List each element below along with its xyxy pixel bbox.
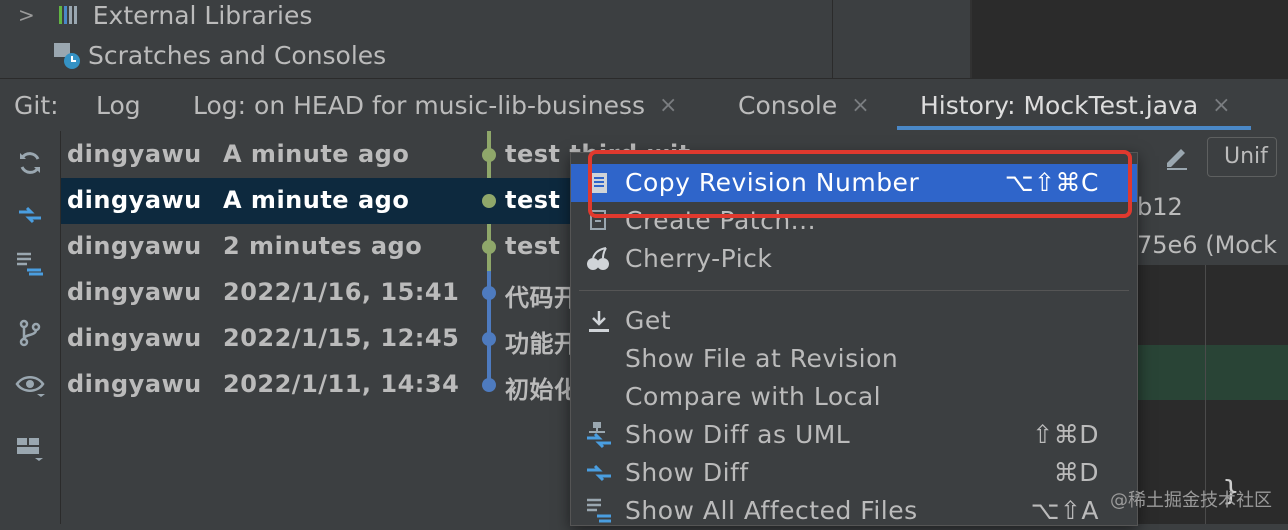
commit-ref: 75e6 (Mock bbox=[1137, 231, 1278, 259]
close-icon[interactable]: × bbox=[1212, 93, 1230, 118]
tree-item-scratches[interactable]: Scratches and Consoles bbox=[52, 36, 386, 74]
menu-item-show-file-at-revision[interactable]: Show File at Revision bbox=[571, 340, 1137, 378]
tab-log[interactable]: Log bbox=[96, 79, 141, 131]
menu-item-cherry-pick[interactable]: Cherry-Pick bbox=[571, 240, 1137, 278]
commit-node bbox=[482, 240, 496, 254]
library-icon bbox=[57, 2, 83, 28]
commit-date: 2022/1/15, 12:45 bbox=[223, 324, 460, 352]
git-side-toolbar bbox=[0, 131, 61, 524]
commit-author: dingyawu bbox=[67, 278, 202, 306]
tab-log-head[interactable]: Log: on HEAD for music-lib-business × bbox=[193, 79, 677, 131]
commit-author: dingyawu bbox=[67, 186, 202, 214]
refresh-icon[interactable] bbox=[14, 147, 46, 179]
eye-icon[interactable] bbox=[14, 369, 46, 401]
watermark: @稀土掘金技术社区 bbox=[1110, 490, 1272, 511]
menu-item-shortcut: ⌘D bbox=[1053, 458, 1099, 487]
menu-item-compare-with-local[interactable]: Compare with Local bbox=[571, 378, 1137, 416]
tab-label: Console bbox=[738, 90, 838, 120]
compare-icon[interactable] bbox=[14, 199, 46, 231]
active-tab-indicator bbox=[897, 126, 1251, 130]
button-label: Unif bbox=[1224, 144, 1268, 169]
commit-date: 2 minutes ago bbox=[223, 232, 423, 260]
commit-date: 2022/1/16, 15:41 bbox=[223, 278, 460, 306]
menu-item-shortcut: ⌥⇧A bbox=[1030, 496, 1099, 525]
tab-history[interactable]: History: MockTest.java × bbox=[920, 79, 1231, 131]
tab-label: History: MockTest.java bbox=[920, 90, 1199, 120]
menu-item-label: Show Diff as UML bbox=[625, 420, 851, 449]
menu-item-label: Cherry-Pick bbox=[625, 244, 773, 273]
tab-console[interactable]: Console × bbox=[738, 79, 870, 131]
tree-item-external-libraries[interactable]: > External Libraries bbox=[18, 0, 312, 34]
compare-list-icon[interactable] bbox=[14, 249, 46, 281]
menu-item-shortcut: ⇧⌘D bbox=[1032, 420, 1099, 449]
download-icon bbox=[585, 307, 613, 335]
commit-date: 2022/1/11, 14:34 bbox=[223, 370, 460, 398]
branch-icon[interactable] bbox=[14, 317, 46, 349]
commit-message: test bbox=[505, 232, 561, 260]
cherry-icon bbox=[585, 245, 613, 273]
commit-node bbox=[482, 286, 496, 300]
unified-viewer-button[interactable]: Unif bbox=[1207, 137, 1277, 177]
diff-added-line bbox=[1136, 345, 1288, 400]
menu-item-get[interactable]: Get bbox=[571, 302, 1137, 340]
menu-item-show-all-affected-files[interactable]: Show All Affected Files ⌥⇧A bbox=[571, 492, 1137, 530]
tree-item-label: Scratches and Consoles bbox=[88, 40, 387, 70]
menu-separator bbox=[579, 290, 1129, 291]
diff-icon bbox=[585, 459, 613, 487]
menu-item-show-diff[interactable]: Show Diff ⌘D bbox=[571, 454, 1137, 492]
commit-date: A minute ago bbox=[223, 140, 410, 168]
commit-node bbox=[482, 332, 496, 346]
menu-item-label: Compare with Local bbox=[625, 382, 882, 411]
scratches-icon bbox=[52, 40, 82, 70]
menu-item-show-diff-as-uml[interactable]: Show Diff as UML ⇧⌘D bbox=[571, 416, 1137, 454]
commit-node bbox=[482, 378, 496, 392]
tab-label: Log: on HEAD for music-lib-business bbox=[193, 90, 646, 120]
commit-message: 初始化 bbox=[505, 376, 579, 404]
commit-author: dingyawu bbox=[67, 324, 202, 352]
editor-area bbox=[970, 0, 1288, 78]
edit-icon[interactable] bbox=[1163, 143, 1191, 175]
annotation-highlight-box bbox=[588, 150, 1132, 218]
menu-item-label: Get bbox=[625, 306, 672, 335]
layout-icon[interactable] bbox=[14, 433, 46, 465]
git-tool-window-header: Git: Log Log: on HEAD for music-lib-busi… bbox=[0, 78, 1288, 132]
menu-item-label: Show File at Revision bbox=[625, 344, 899, 373]
uml-diff-icon bbox=[585, 421, 613, 449]
commit-node bbox=[482, 148, 496, 162]
commit-date: A minute ago bbox=[223, 186, 410, 214]
close-icon[interactable]: × bbox=[659, 93, 677, 118]
commit-message: 代码开 bbox=[505, 284, 579, 312]
commit-author: dingyawu bbox=[67, 232, 202, 260]
menu-item-label: Show All Affected Files bbox=[625, 496, 918, 525]
commit-node bbox=[482, 194, 496, 208]
commit-hash: b12 bbox=[1137, 193, 1183, 221]
commit-message: 功能开 bbox=[505, 330, 579, 358]
project-tree: > External Libraries Scratches and Conso… bbox=[0, 0, 832, 78]
close-icon[interactable]: × bbox=[851, 93, 869, 118]
tab-label: Log bbox=[96, 90, 141, 120]
commit-message: test bbox=[505, 186, 561, 214]
git-prefix-label: Git: bbox=[14, 90, 59, 120]
tree-side-area bbox=[832, 0, 971, 78]
chevron-right-icon[interactable]: > bbox=[18, 3, 35, 27]
commit-author: dingyawu bbox=[67, 370, 202, 398]
tree-item-label: External Libraries bbox=[92, 0, 313, 30]
affected-files-icon bbox=[585, 497, 613, 525]
commit-author: dingyawu bbox=[67, 140, 202, 168]
menu-item-label: Show Diff bbox=[625, 458, 749, 487]
